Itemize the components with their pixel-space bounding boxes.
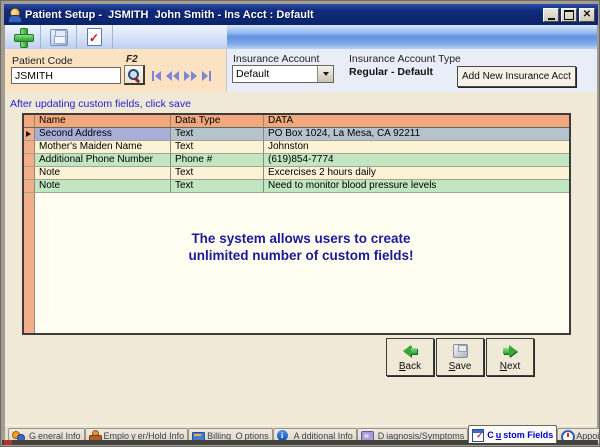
patient-search-button[interactable] (124, 65, 145, 85)
cell-data-type[interactable]: Text (171, 180, 264, 193)
toolbar-buttons (5, 25, 227, 49)
window-title: Patient Setup - JSMITH John Smith - Ins … (25, 9, 543, 21)
cell-data-type[interactable]: Phone # (171, 154, 264, 167)
next-record-icon[interactable] (184, 70, 197, 82)
insurance-panel: Insurance Account Default Insurance Acco… (227, 49, 597, 92)
close-button[interactable]: ✕ (579, 8, 595, 22)
bottom-left-red-artifact (4, 440, 12, 445)
dropdown-button[interactable] (317, 66, 333, 82)
wizard-buttons: Back Save Next (386, 338, 534, 376)
record-navigation (152, 70, 211, 82)
table-row[interactable]: Note Text Need to monitor blood pressure… (24, 180, 569, 193)
custom-fields-grid: Name Data Type DATA Second Address Text … (22, 113, 571, 335)
first-record-icon[interactable] (152, 70, 161, 82)
cell-data-type[interactable]: Text (171, 167, 264, 180)
insurance-account-label: Insurance Account (233, 53, 319, 65)
save-icon (50, 29, 68, 46)
row-selector-cell[interactable] (24, 141, 35, 154)
row-selector-cell[interactable] (24, 167, 35, 180)
row-selector-cell[interactable] (24, 180, 35, 193)
f2-shortcut-label: F2 (126, 54, 138, 65)
column-header-name: Name (35, 115, 171, 128)
chevron-down-icon (323, 72, 329, 76)
close-icon: ✕ (583, 10, 591, 20)
next-button[interactable]: Next (486, 338, 534, 376)
cell-name[interactable]: Note (35, 167, 171, 180)
patient-code-panel: Patient Code F2 (5, 49, 227, 92)
row-selector-cell[interactable] (24, 154, 35, 167)
verify-button[interactable] (77, 25, 113, 49)
column-header-data-type: Data Type (171, 115, 264, 128)
add-patient-icon (13, 27, 33, 47)
table-row[interactable]: Note Text Excercises 2 hours daily (24, 167, 569, 180)
custom-fields-panel: After updating custom fields, click save… (5, 92, 597, 425)
selected-row-indicator-icon (26, 131, 31, 137)
cell-data-type[interactable]: Text (171, 141, 264, 154)
minimize-button[interactable] (543, 8, 559, 22)
row-header-cell (24, 115, 35, 128)
grid-header-row: Name Data Type DATA (24, 115, 569, 128)
add-patient-button[interactable] (5, 25, 41, 49)
custom-fields-icon (472, 429, 485, 441)
cell-name[interactable]: Note (35, 180, 171, 193)
column-header-data: DATA (264, 115, 569, 128)
cell-name[interactable]: Second Address (35, 128, 171, 141)
cell-data[interactable]: PO Box 1024, La Mesa, CA 92211 (264, 128, 569, 141)
patient-code-input[interactable] (11, 67, 121, 84)
cell-data[interactable]: Johnston (264, 141, 569, 154)
insurance-account-select[interactable]: Default (232, 65, 334, 83)
cell-data[interactable]: (619)854-7774 (264, 154, 569, 167)
toolbar (5, 25, 597, 49)
add-new-insurance-button[interactable]: Add New Insurance Acct (457, 66, 576, 87)
callout-line-2: unlimited number of custom fields! (5, 247, 597, 264)
insurance-type-label: Insurance Account Type (349, 53, 461, 65)
table-row[interactable]: Mother's Maiden Name Text Johnston (24, 141, 569, 154)
search-icon (127, 68, 141, 82)
arrow-right-icon (503, 344, 517, 357)
verify-checklist-icon (87, 28, 102, 46)
insurance-account-value: Default (233, 66, 317, 82)
callout-text: The system allows users to create unlimi… (5, 230, 597, 264)
floppy-disk-icon (453, 344, 468, 358)
sub-bar: Patient Code F2 Insurance Account Defaul… (5, 49, 597, 92)
app-icon (7, 8, 21, 22)
instruction-text: After updating custom fields, click save (10, 98, 191, 110)
cell-name[interactable]: Additional Phone Number (35, 154, 171, 167)
save-toolbar-button[interactable] (41, 25, 77, 49)
insurance-type-value: Regular - Default (349, 66, 433, 78)
toolbar-gradient-band (227, 25, 597, 49)
patient-code-label: Patient Code (12, 55, 73, 67)
cell-data[interactable]: Need to monitor blood pressure levels (264, 180, 569, 193)
callout-line-1: The system allows users to create (5, 230, 597, 247)
cell-data-type[interactable]: Text (171, 128, 264, 141)
cell-name[interactable]: Mother's Maiden Name (35, 141, 171, 154)
save-button[interactable]: Save (436, 338, 484, 376)
arrow-left-icon (403, 344, 417, 357)
table-row[interactable]: Additional Phone Number Phone # (619)854… (24, 154, 569, 167)
patient-setup-window: Patient Setup - JSMITH John Smith - Ins … (0, 0, 600, 447)
previous-record-icon[interactable] (166, 70, 179, 82)
back-button[interactable]: Back (386, 338, 434, 376)
tab-custom-fields[interactable]: Custom Fields (468, 425, 557, 443)
maximize-button[interactable] (561, 8, 577, 22)
title-bar: Patient Setup - JSMITH John Smith - Ins … (4, 4, 598, 25)
last-record-icon[interactable] (202, 70, 211, 82)
row-selector-cell[interactable] (24, 128, 35, 141)
table-row[interactable]: Second Address Text PO Box 1024, La Mesa… (24, 128, 569, 141)
cell-data[interactable]: Excercises 2 hours daily (264, 167, 569, 180)
